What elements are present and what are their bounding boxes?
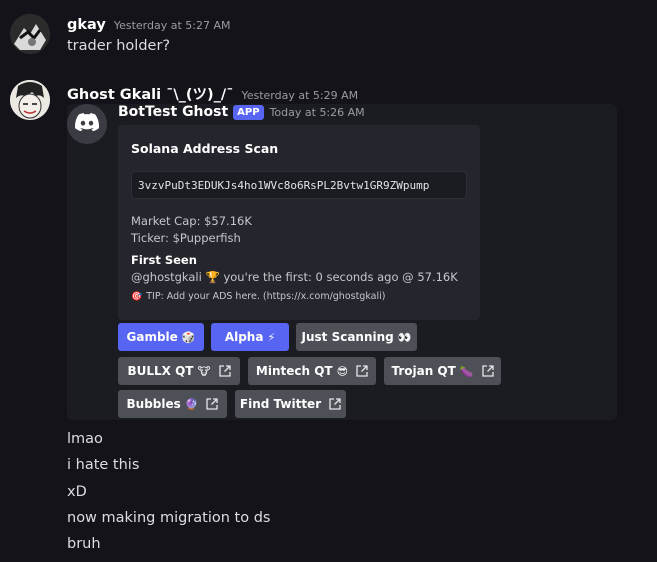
message-header: gkay Yesterday at 5:27 AM [67,17,231,33]
market-cap: Market Cap: $57.16K [131,214,252,228]
bull-icon: 🐮 [197,364,211,378]
message-text: trader holder? [67,38,171,54]
ticker: Ticker: $Pupperfish [131,231,241,245]
bullx-label: BULLX QT [127,364,194,378]
target-icon: 🎯 [131,291,143,302]
field-name: First Seen [131,253,197,267]
embed-title: Solana Address Scan [131,141,279,156]
trojan-qt-button[interactable]: Trojan QT 🍆 [384,357,501,385]
timestamp[interactable]: Yesterday at 5:29 AM [241,89,358,102]
tip-text: TIP: Add your ADS here. (https://x.com/g… [146,291,386,302]
field-value-text: you're the first: 0 seconds ago @ 57.16K [223,270,458,284]
bubbles-label: Bubbles [126,397,181,411]
followup-message: lmao [67,431,103,447]
followup-message: now making migration to ds [67,510,271,526]
gamble-label: Gamble [126,330,178,344]
alpha-label: Alpha [224,330,264,344]
mention[interactable]: @ghostgkali [131,270,202,284]
find-twitter-button[interactable]: Find Twitter [235,390,346,418]
just-scanning-label: Just Scanning [301,330,394,344]
external-link-icon [218,365,231,377]
just-scanning-button[interactable]: Just Scanning 👀 [296,323,417,351]
bot-header: BotTest Ghost APP Today at 5:26 AM [118,104,365,120]
timestamp[interactable]: Yesterday at 5:27 AM [114,19,231,32]
gamble-button[interactable]: Gamble 🎲 [118,323,204,351]
followup-message: bruh [67,536,101,552]
embed: Solana Address Scan 3vzvPuDt3EDUKJs4ho1W… [118,125,480,320]
external-link-icon [329,398,341,410]
trophy-icon: 🏆 [205,270,220,284]
discord-icon [75,113,100,135]
external-link-icon [481,365,494,377]
bubbles-button[interactable]: Bubbles 🔮 [118,390,227,418]
mintech-qt-button[interactable]: Mintech QT 😎 [248,357,376,385]
avatar[interactable] [10,80,50,120]
bot-timestamp[interactable]: Today at 5:26 AM [270,106,365,119]
lightning-icon: ⚡ [267,330,276,344]
cool-face-icon: 😎 [336,364,349,378]
trojan-label: Trojan QT [391,364,456,378]
followup-message: xD [67,484,87,500]
followup-message: i hate this [67,457,140,473]
external-link-icon [356,365,368,377]
address-code[interactable]: 3vzvPuDt3EDUKJs4ho1WVc8o6RsPL2Bvtw1GR9ZW… [131,171,467,199]
message-header: Ghost Gkali ¯\_(ツ)_/¯ Yesterday at 5:29 … [67,83,358,104]
eyes-icon: 👀 [397,330,412,344]
crystal-ball-icon: 🔮 [184,397,199,411]
find-twitter-label: Find Twitter [239,397,322,411]
dice-icon: 🎲 [181,330,196,344]
mintech-label: Mintech QT [255,364,333,378]
avatar[interactable] [10,14,50,54]
username[interactable]: gkay [67,17,106,33]
bot-name[interactable]: BotTest Ghost [118,104,228,120]
bullx-qt-button[interactable]: BULLX QT 🐮 [118,357,240,385]
external-link-icon [206,398,219,410]
username[interactable]: Ghost Gkali ¯\_(ツ)_/¯ [67,83,233,104]
app-badge: APP [233,104,264,120]
alpha-button[interactable]: Alpha ⚡ [211,323,289,351]
eggplant-icon: 🍆 [459,364,474,378]
bot-avatar[interactable] [67,104,107,144]
tip: 🎯 TIP: Add your ADS here. (https://x.com… [131,291,385,302]
field-value: @ghostgkali 🏆 you're the first: 0 second… [131,270,458,284]
